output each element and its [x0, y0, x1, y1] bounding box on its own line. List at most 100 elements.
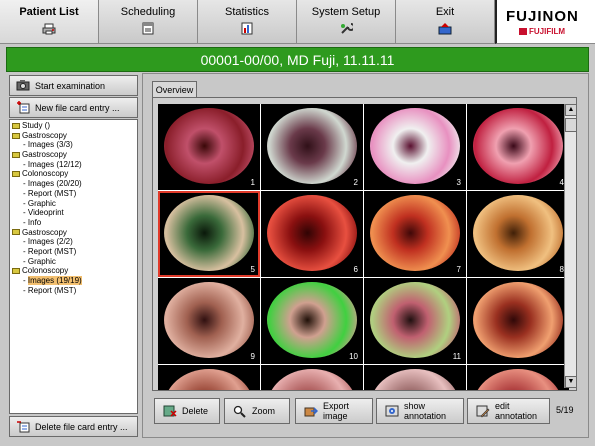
- tree-folder-item[interactable]: Gastroscopy: [11, 228, 137, 238]
- endoscopy-thumbnail[interactable]: [467, 365, 569, 390]
- tree-leaf-item[interactable]: - Images (19/19): [11, 276, 137, 286]
- nav-exit[interactable]: Exit: [396, 0, 495, 44]
- tree-folder-item[interactable]: Study (): [11, 121, 137, 131]
- endoscopy-thumbnail[interactable]: 5: [158, 191, 260, 277]
- thumbnail-number: 5: [250, 265, 255, 274]
- edit-annotation-button[interactable]: edit annotation: [467, 398, 550, 424]
- nav-system-setup-label: System Setup: [311, 6, 381, 18]
- endoscopy-thumbnail[interactable]: 6: [261, 191, 363, 277]
- folder-icon: [12, 229, 20, 236]
- endoscopy-image: [473, 282, 563, 358]
- nav-system-setup[interactable]: System Setup: [297, 0, 396, 44]
- folder-icon: [12, 268, 20, 275]
- tree-leaf-item[interactable]: - Images (12/12): [11, 160, 137, 170]
- tree-folder-item[interactable]: Gastroscopy: [11, 131, 137, 141]
- endoscopy-thumbnail[interactable]: 10: [261, 278, 363, 364]
- tree-leaf-item[interactable]: - Graphic: [11, 199, 137, 209]
- tab-overview[interactable]: Overview: [152, 81, 197, 97]
- endoscopy-image: [370, 195, 460, 271]
- tree-item-label: Images (3/3): [27, 140, 73, 150]
- endoscopy-thumbnail[interactable]: 7: [364, 191, 466, 277]
- endoscopy-thumbnail[interactable]: [467, 278, 569, 364]
- endoscopy-thumbnail[interactable]: 3: [364, 104, 466, 190]
- study-tree[interactable]: Study () Gastroscopy - Images (3/3) Gastros…: [9, 119, 138, 414]
- endoscopy-image: [267, 108, 357, 184]
- tree-leaf-item[interactable]: - Info: [11, 218, 137, 228]
- nav-statistics[interactable]: Statistics: [198, 0, 297, 44]
- tree-leaf-item[interactable]: - Report (MST): [11, 189, 137, 199]
- tree-item-label: Graphic: [27, 256, 56, 266]
- delete-file-card-button[interactable]: Delete file card entry ...: [9, 416, 138, 437]
- tree-item-label: Gastroscopy: [22, 150, 67, 160]
- endoscopy-image: [267, 195, 357, 271]
- endoscopy-image: [267, 369, 357, 390]
- thumbnail-grid: 1 2 3 4 5 6 7 8 9 10 11: [158, 104, 569, 390]
- export-icon: [304, 405, 319, 418]
- tree-item-label: Study (): [22, 121, 51, 130]
- folder-icon: [12, 132, 20, 139]
- tree-leaf-item[interactable]: - Images (3/3): [11, 140, 137, 150]
- endoscopy-thumbnail[interactable]: 11: [364, 278, 466, 364]
- tree-item-label: Report (MST): [27, 246, 77, 256]
- scroll-down-arrow-icon[interactable]: ▼: [565, 376, 577, 388]
- endoscopy-thumbnail[interactable]: [158, 365, 260, 390]
- endoscopy-thumbnail[interactable]: [364, 365, 466, 390]
- thumbnail-number: 10: [349, 352, 358, 361]
- endoscopy-image: [370, 108, 460, 184]
- brand-logo: FUJINON FUJIFILM: [495, 0, 595, 44]
- bar-chart-icon: [240, 22, 254, 35]
- tree-item-label: Colonoscopy: [22, 169, 69, 179]
- zoom-button[interactable]: Zoom: [224, 398, 290, 424]
- tree-leaf-item[interactable]: - Images (2/2): [11, 237, 137, 247]
- tree-leaf-item[interactable]: - Graphic: [11, 257, 137, 267]
- export-image-button[interactable]: Export image: [295, 398, 373, 424]
- brand-sub: FUJIFILM: [529, 27, 565, 36]
- start-examination-button[interactable]: Start examination: [9, 75, 138, 96]
- endoscopy-image: [164, 282, 254, 358]
- new-file-card-button[interactable]: New file card entry ...: [9, 97, 138, 118]
- nav-exit-label: Exit: [435, 6, 455, 18]
- top-navigation: Patient List Scheduling Statistics Syste…: [0, 0, 595, 44]
- nav-scheduling-label: Scheduling: [120, 6, 176, 18]
- thumbnail-number: 2: [353, 178, 358, 187]
- endoscopy-thumbnail[interactable]: 9: [158, 278, 260, 364]
- tree-item-label: Graphic: [27, 198, 56, 208]
- thumbnail-number: 11: [452, 352, 461, 361]
- delete-label: Delete: [182, 406, 209, 416]
- thumbnail-number: 3: [456, 178, 461, 187]
- delete-button[interactable]: Delete: [154, 398, 220, 424]
- scroll-thumb[interactable]: [565, 118, 577, 132]
- tree-leaf-item[interactable]: - Report (MST): [11, 286, 137, 296]
- nav-patient-list[interactable]: Patient List: [0, 0, 99, 44]
- endoscopy-thumbnail[interactable]: 2: [261, 104, 363, 190]
- nav-scheduling[interactable]: Scheduling: [99, 0, 198, 44]
- trash-image-icon: [163, 405, 177, 418]
- calendar-icon: [141, 22, 155, 35]
- exit-icon: [438, 22, 452, 35]
- thumbnail-number: 9: [250, 352, 255, 361]
- tree-folder-item[interactable]: Colonoscopy: [11, 169, 137, 179]
- endoscopy-thumbnail[interactable]: 1: [158, 104, 260, 190]
- endoscopy-thumbnail[interactable]: 4: [467, 104, 569, 190]
- show-annotation-button[interactable]: show annotation: [376, 398, 464, 424]
- tree-item-label: Gastroscopy: [22, 227, 67, 237]
- endoscopy-thumbnail[interactable]: 8: [467, 191, 569, 277]
- tree-item-label: Images (12/12): [27, 159, 82, 169]
- thumbnail-area: 1 2 3 4 5 6 7 8 9 10 11: [152, 97, 577, 391]
- tree-leaf-item[interactable]: - Videoprint: [11, 208, 137, 218]
- magnifier-icon: [233, 405, 247, 418]
- thumbnail-number: 7: [456, 265, 461, 274]
- endoscopy-thumbnail[interactable]: [261, 365, 363, 390]
- tree-folder-item[interactable]: Gastroscopy: [11, 150, 137, 160]
- nav-statistics-label: Statistics: [224, 6, 269, 18]
- tree-folder-item[interactable]: Colonoscopy: [11, 266, 137, 276]
- folder-icon: [12, 171, 20, 178]
- tree-leaf-item[interactable]: - Report (MST): [11, 247, 137, 257]
- tree-leaf-item[interactable]: - Images (20/20): [11, 179, 137, 189]
- thumbnail-number: 1: [250, 178, 255, 187]
- thumbnail-scrollbar[interactable]: ▲ ▼: [564, 104, 577, 388]
- delete-card-icon: [16, 420, 30, 433]
- tree-item-label: Gastroscopy: [22, 130, 67, 140]
- scroll-up-arrow-icon[interactable]: ▲: [565, 104, 577, 116]
- endoscopy-image: [370, 282, 460, 358]
